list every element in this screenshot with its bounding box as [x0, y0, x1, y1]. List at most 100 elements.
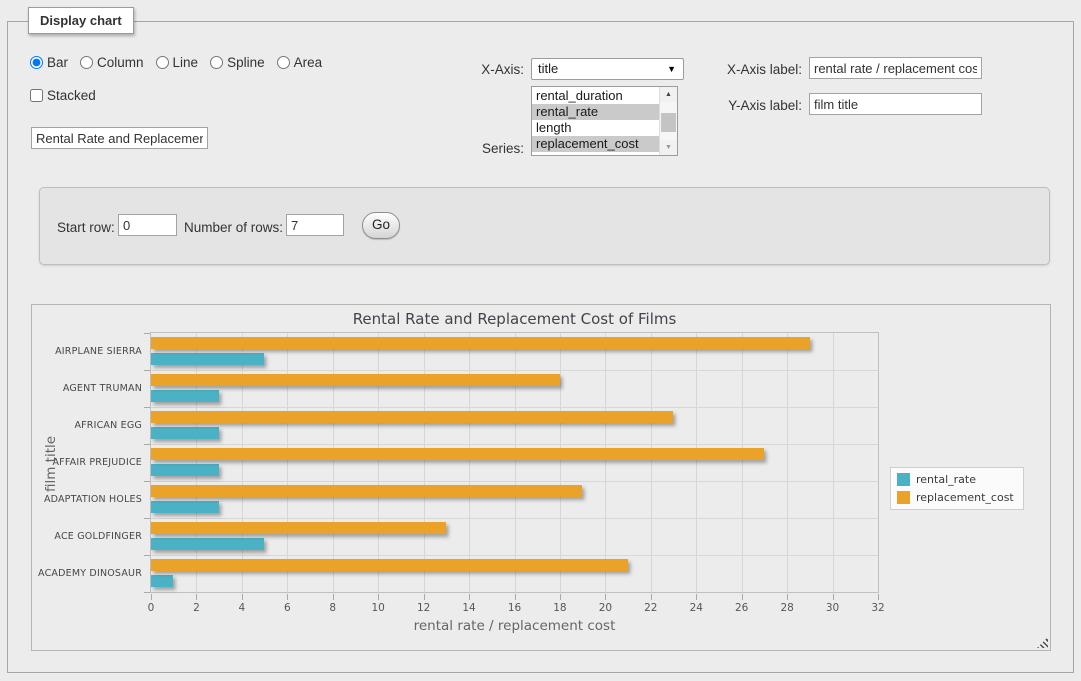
series-option-rental_rate[interactable]: rental_rate: [532, 104, 660, 120]
x-axis-tick-mark: [515, 594, 516, 600]
chart-type-option-label: Column: [97, 55, 144, 70]
chart-title-input[interactable]: [31, 127, 208, 149]
chart-bar-rental_rate: [151, 390, 219, 402]
gridline-vertical: [242, 333, 243, 592]
start-row-input[interactable]: [118, 214, 177, 236]
y-axis-tick-mark: [144, 481, 150, 482]
chart-type-option-label: Spline: [227, 55, 265, 70]
fieldset-legend: Display chart: [28, 7, 134, 34]
chart-type-radio-column[interactable]: [80, 56, 93, 69]
series-option-length[interactable]: length: [532, 120, 660, 136]
chart-bar-replacement_cost: [151, 522, 446, 534]
chart-type-radio-line[interactable]: [156, 56, 169, 69]
gridline-horizontal: [151, 518, 878, 519]
gridline-vertical: [787, 333, 788, 592]
gridline-vertical: [333, 333, 334, 592]
x-axis-tick-mark: [605, 594, 606, 600]
gridline-horizontal: [151, 370, 878, 371]
chart-type-option-bar[interactable]: Bar: [30, 55, 68, 70]
y-axis-label-input[interactable]: [809, 93, 982, 115]
chart-bar-rental_rate: [151, 575, 173, 587]
x-axis-tick-mark: [151, 594, 152, 600]
chart-type-option-area[interactable]: Area: [277, 55, 323, 70]
chart-type-option-spline[interactable]: Spline: [210, 55, 265, 70]
number-of-rows-input[interactable]: [286, 214, 344, 236]
x-axis-tick-label: 0: [133, 602, 169, 614]
go-button[interactable]: Go: [362, 212, 400, 239]
x-axis-tick-mark: [424, 594, 425, 600]
y-axis-tick-mark: [144, 333, 150, 334]
gridline-vertical: [605, 333, 606, 592]
y-axis-tick-mark: [144, 518, 150, 519]
chart-bar-replacement_cost: [151, 559, 628, 571]
display-chart-fieldset: Display chart BarColumnLineSplineArea St…: [7, 21, 1074, 673]
chart-type-option-label: Bar: [47, 55, 68, 70]
y-category-label: AIRPLANE SIERRA: [32, 346, 142, 357]
x-axis-tick-mark: [378, 594, 379, 600]
series-listbox[interactable]: rental_durationrental_ratelengthreplacem…: [531, 86, 678, 156]
x-axis-tick-mark: [696, 594, 697, 600]
chart-type-radio-area[interactable]: [277, 56, 290, 69]
x-axis-tick-label: 22: [633, 602, 669, 614]
x-axis-tick-mark: [196, 594, 197, 600]
chart-type-option-label: Area: [294, 55, 323, 70]
row-range-panel: Start row: Number of rows: Go: [39, 187, 1050, 265]
scrollbar-thumb[interactable]: [661, 113, 676, 132]
chart-type-radio-spline[interactable]: [210, 56, 223, 69]
series-list-label: Series:: [474, 141, 524, 156]
stacked-row: Stacked: [30, 88, 96, 103]
gridline-horizontal: [151, 555, 878, 556]
listbox-scrollbar[interactable]: ▲ ▼: [659, 87, 677, 155]
scroll-up-icon[interactable]: ▲: [660, 87, 677, 102]
y-axis-label-field-label: Y-Axis label:: [718, 98, 802, 113]
gridline-horizontal: [151, 444, 878, 445]
y-category-label: ADAPTATION HOLES: [32, 494, 142, 505]
legend-swatch-icon: [897, 473, 910, 486]
stacked-checkbox[interactable]: [30, 89, 43, 102]
y-category-label: AFRICAN EGG: [32, 420, 142, 431]
series-option-replacement_cost[interactable]: replacement_cost: [532, 136, 660, 152]
x-axis-selected-value: title: [538, 61, 558, 76]
y-axis-tick-mark: [144, 444, 150, 445]
x-axis-select[interactable]: title ▼: [531, 58, 684, 80]
chart-type-option-line[interactable]: Line: [156, 55, 199, 70]
gridline-vertical: [742, 333, 743, 592]
page: Display chart Bar Column Line Spline Area St…: [0, 0, 1081, 681]
y-axis-tick-mark: [144, 592, 150, 593]
chevron-down-icon: ▼: [667, 59, 676, 80]
x-axis-select-label: X-Axis:: [456, 62, 524, 77]
x-axis-label-field-label: X-Axis label:: [718, 62, 802, 77]
x-axis-tick-mark: [242, 594, 243, 600]
chart-bar-replacement_cost: [151, 411, 673, 423]
chart-bar-rental_rate: [151, 501, 219, 513]
x-axis-tick-label: 6: [269, 602, 305, 614]
chart-type-option-label: Line: [173, 55, 199, 70]
x-axis-tick-label: 18: [542, 602, 578, 614]
resize-handle-icon[interactable]: [1037, 637, 1048, 648]
scroll-down-icon[interactable]: ▼: [660, 140, 677, 155]
legend-label: replacement_cost: [916, 491, 1014, 504]
chart-bar-rental_rate: [151, 427, 219, 439]
legend-item-rental_rate: rental_rate: [897, 473, 1014, 486]
x-axis-tick-label: 30: [815, 602, 851, 614]
y-axis-tick-mark: [144, 407, 150, 408]
series-option-rental_duration[interactable]: rental_duration: [532, 88, 660, 104]
chart-bar-replacement_cost: [151, 485, 582, 497]
x-axis-label-input[interactable]: [809, 57, 982, 79]
chart-type-radio-bar[interactable]: [30, 56, 43, 69]
chart-type-option-column[interactable]: Column: [80, 55, 144, 70]
legend-label: rental_rate: [916, 473, 976, 486]
gridline-vertical: [833, 333, 834, 592]
gridline-horizontal: [151, 407, 878, 408]
legend-item-replacement_cost: replacement_cost: [897, 491, 1014, 504]
y-category-label: ACE GOLDFINGER: [32, 531, 142, 542]
gridline-vertical: [560, 333, 561, 592]
gridline-vertical: [651, 333, 652, 592]
gridline-horizontal: [151, 481, 878, 482]
x-axis-title: rental rate / replacement cost: [150, 618, 879, 634]
x-axis-tick-mark: [742, 594, 743, 600]
x-axis-tick-label: 26: [724, 602, 760, 614]
gridline-vertical: [378, 333, 379, 592]
stacked-option[interactable]: Stacked: [30, 88, 96, 103]
x-axis-tick-label: 24: [678, 602, 714, 614]
